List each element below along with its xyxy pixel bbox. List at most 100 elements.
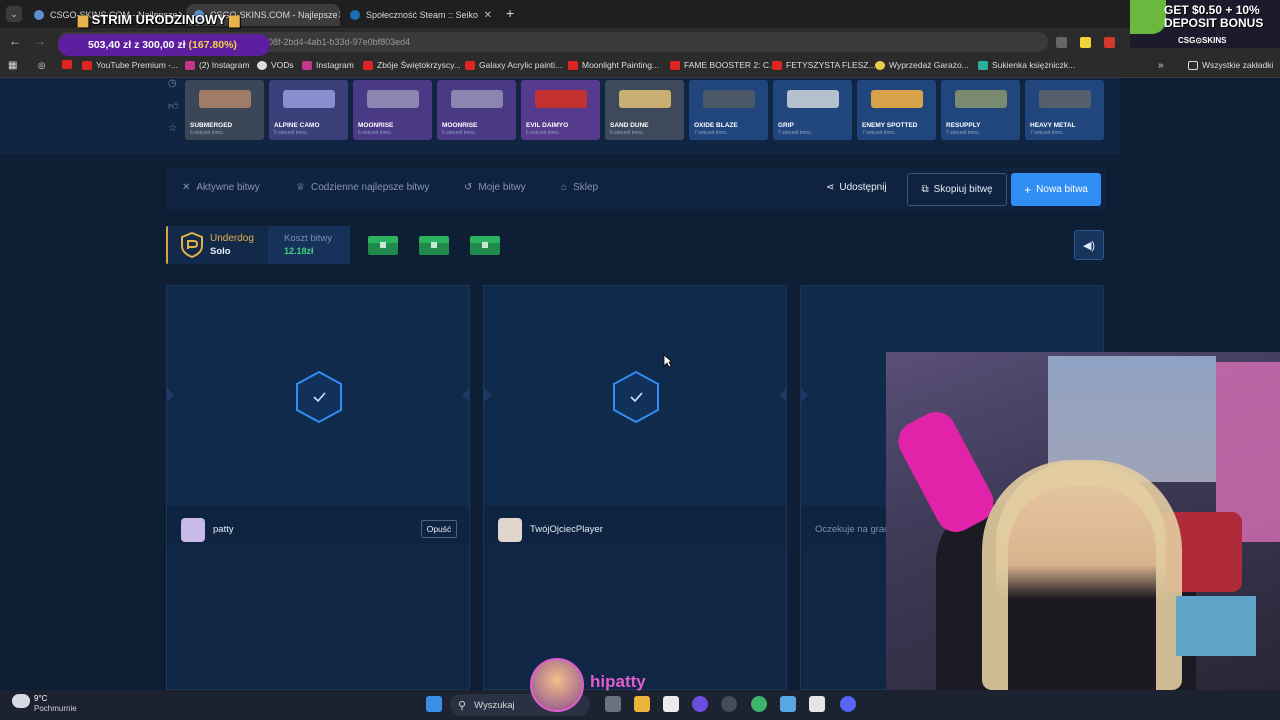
underdog-icon: [181, 232, 203, 258]
instagram-icon: [302, 60, 312, 70]
tab-favicon-icon: [34, 10, 44, 20]
bookmark-galaxy[interactable]: Galaxy Acrylic painti...: [465, 60, 562, 70]
player-name: TwójOjciecPlayer: [530, 524, 603, 535]
nav-my-battles[interactable]: ↺ Moje bitwy: [464, 182, 526, 193]
youtube-icon: [670, 60, 680, 70]
bookmark-sukienka[interactable]: Sukienka księżniczk...: [978, 60, 1075, 70]
close-icon[interactable]: ✕: [484, 10, 492, 21]
weapon-skin-image: [787, 90, 839, 108]
case-icon[interactable]: [468, 232, 502, 258]
youtube-icon[interactable]: [62, 60, 76, 69]
ready-check-icon: [296, 370, 342, 424]
nav-shop[interactable]: ⌂ Sklep: [561, 182, 598, 193]
drop-skin-name: SAND DUNE: [610, 122, 649, 129]
live-drop-item[interactable]: MOONRISE 5 sekund temu: [437, 80, 516, 140]
forward-icon[interactable]: →: [34, 34, 46, 48]
canvas-painting: [1176, 596, 1256, 656]
thumbs-up-icon[interactable]: 👍︎: [168, 100, 178, 112]
plus-icon: +: [1024, 182, 1032, 197]
star-icon[interactable]: ☆: [168, 123, 177, 134]
drop-skin-name: GRIP: [778, 122, 794, 129]
copy-icon: ⧉: [921, 184, 929, 195]
app-icon[interactable]: [809, 696, 825, 712]
extension-icon[interactable]: [1056, 37, 1067, 48]
streamer-avatar: [530, 658, 584, 712]
chrome-icon[interactable]: [751, 696, 767, 712]
case-icon[interactable]: [417, 232, 451, 258]
search-icon: ⚲: [458, 699, 467, 712]
history-icon: ↺: [464, 182, 473, 193]
live-drop-item[interactable]: SAND DUNE 6 sekund temu: [605, 80, 684, 140]
browser-tab-3[interactable]: Społeczność Steam :: Seiko ✕: [342, 4, 500, 26]
close-icon[interactable]: ✕: [338, 10, 340, 21]
tab-search-button[interactable]: ⌄: [6, 6, 22, 22]
live-drop-item[interactable]: HEAVY METAL 7 sekund temu: [1025, 80, 1104, 140]
store-icon[interactable]: [663, 696, 679, 712]
bookmark-fetyszysta[interactable]: FETYSZYSTA FLESZ...: [772, 60, 876, 70]
copy-battle-button[interactable]: ⧉ Skopiuj bitwę: [907, 173, 1007, 206]
app-icon[interactable]: [692, 696, 708, 712]
task-view-icon[interactable]: [605, 696, 621, 712]
drop-time: 5 sekund temu: [190, 130, 223, 136]
live-drop-item[interactable]: MOONRISE 5 sekund temu: [353, 80, 432, 140]
drop-skin-name: MOONRISE: [442, 122, 478, 129]
discord-icon[interactable]: [840, 696, 856, 712]
bookmark-wyprzedaz[interactable]: Wyprzedaż Garażo...: [875, 60, 969, 70]
extension-icon[interactable]: [1104, 37, 1115, 48]
share-button[interactable]: ⋖ Udostępnij: [826, 182, 887, 193]
sponsor-ad-banner: GET $0.50 + 10% DEPOSIT BONUS CSG⊙SKINS: [1130, 0, 1280, 48]
weather-condition: Pochmurnie: [34, 704, 77, 713]
bookmark-instagram[interactable]: Instagram: [302, 60, 354, 70]
file-explorer-icon[interactable]: [634, 696, 650, 712]
chevron-right-icon[interactable]: »: [1158, 60, 1164, 71]
drop-skin-name: OXIDE BLAZE: [694, 122, 738, 129]
cake-icon: ▆: [78, 12, 88, 27]
bookmark-zboje[interactable]: Zbóje Świętokrzyscy...: [363, 60, 461, 70]
extension-icon[interactable]: [1080, 37, 1091, 48]
instagram-icon: [185, 60, 195, 70]
clock-icon[interactable]: ◷: [168, 78, 177, 89]
bookmark-youtube-premium[interactable]: YouTube Premium -...: [82, 60, 178, 70]
battle-mode: Underdog: [210, 233, 254, 244]
windows-start-icon[interactable]: [426, 696, 442, 712]
weapon-skin-image: [703, 90, 755, 108]
bookmark-all[interactable]: Wszystkie zakładki: [1188, 60, 1273, 70]
live-drop-item[interactable]: OXIDE BLAZE 7 sekund temu: [689, 80, 768, 140]
url-text: 08f-2bd4-4ab1-b33d-97e0bf803ed4: [268, 37, 411, 47]
bookmark-fame-booster[interactable]: FAME BOOSTER 2: C...: [670, 60, 776, 70]
goal-percent: (167.80%): [188, 39, 237, 51]
youtube-icon: [568, 60, 578, 70]
cost-divider: [268, 226, 350, 264]
back-icon[interactable]: ←: [9, 34, 21, 48]
stream-title: ▆ STRIM URODZINOWY ▆: [78, 12, 240, 27]
swords-icon: ✕: [182, 182, 191, 193]
case-icon[interactable]: [366, 232, 400, 258]
drop-time: 7 sekund temu: [946, 130, 979, 136]
avatar: [181, 518, 205, 542]
leave-button[interactable]: Opuść: [421, 520, 457, 538]
live-drop-item[interactable]: ALPINE CAMO 5 sekund temu: [269, 80, 348, 140]
arrow-left-icon: [484, 388, 491, 402]
live-drop-item[interactable]: SUBMERGED 5 sekund temu: [185, 80, 264, 140]
live-drop-item[interactable]: GRIP 7 sekund temu: [773, 80, 852, 140]
apps-icon[interactable]: ▦: [8, 60, 17, 71]
weapon-skin-image: [955, 90, 1007, 108]
sound-toggle-button[interactable]: ◀): [1074, 230, 1104, 260]
notepad-icon[interactable]: [780, 696, 796, 712]
nav-daily-best[interactable]: ♕ Codzienne najlepsze bitwy: [296, 182, 429, 193]
nav-active-battles[interactable]: ✕ Aktywne bitwy: [182, 182, 260, 193]
bookmark-instagram-2[interactable]: (2) Instagram: [185, 60, 250, 70]
new-tab-button[interactable]: +: [506, 5, 514, 21]
bookmark-icon[interactable]: ◎: [38, 60, 45, 71]
weather-icon: [12, 694, 30, 708]
app-icon[interactable]: [721, 696, 737, 712]
live-drop-item[interactable]: EVIL DAIMYO 5 sekund temu: [521, 80, 600, 140]
avatar: [498, 518, 522, 542]
live-drop-item[interactable]: ENEMY SPOTTED 7 sekund temu: [857, 80, 936, 140]
bookmark-moonlight[interactable]: Moonlight Painting...: [568, 60, 659, 70]
battle-type: Solo: [210, 246, 231, 257]
live-drop-item[interactable]: RESUPPLY 7 sekund temu: [941, 80, 1020, 140]
new-battle-button[interactable]: + Nowa bitwa: [1011, 173, 1101, 206]
bookmark-vods[interactable]: VODs: [257, 60, 294, 70]
drop-time: 7 sekund temu: [694, 130, 727, 136]
